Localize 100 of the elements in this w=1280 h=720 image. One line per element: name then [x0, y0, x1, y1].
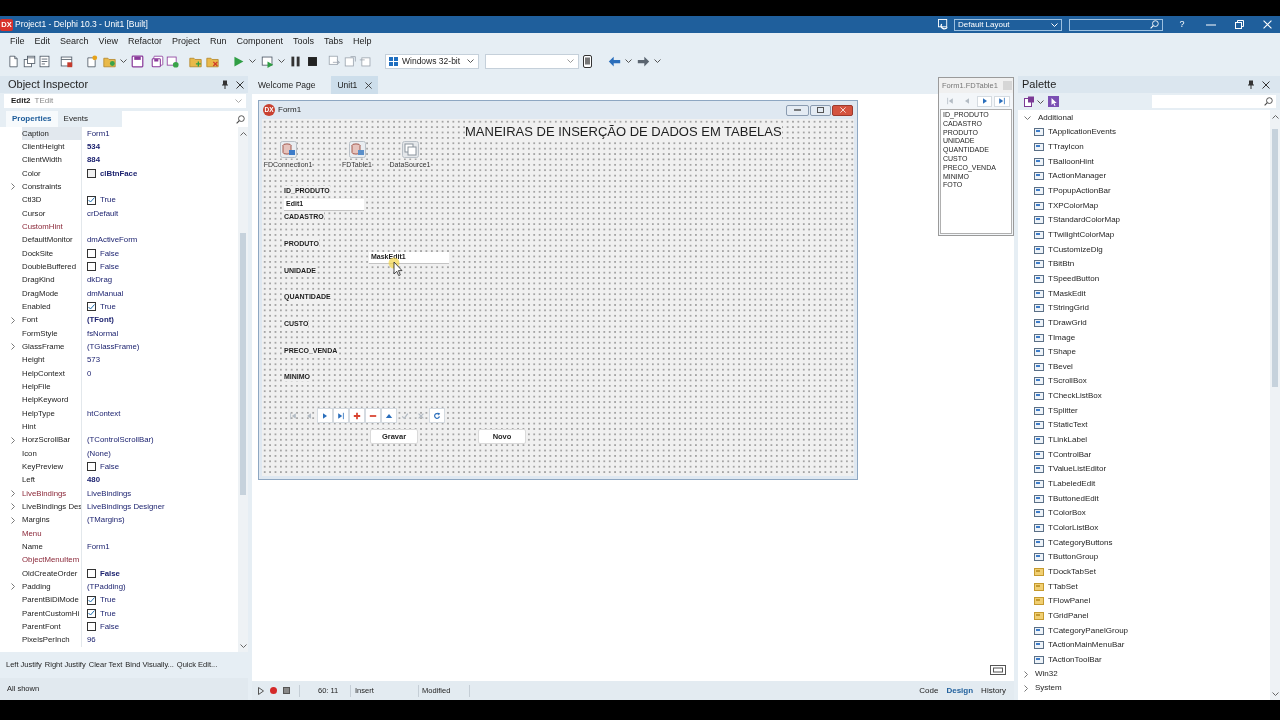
menu-item[interactable]: Project — [166, 34, 205, 49]
window-play-icon[interactable] — [261, 54, 274, 68]
palette-item[interactable]: TTabSet — [1018, 579, 1270, 594]
navigator-button[interactable] — [381, 408, 397, 423]
palette-item[interactable]: TDrawGrid — [1018, 315, 1270, 331]
palette-item[interactable]: TApplicationEvents — [1018, 125, 1270, 140]
view-tab[interactable]: Design — [942, 681, 978, 700]
checkbox[interactable] — [87, 462, 96, 472]
pointer-icon[interactable] — [1048, 96, 1059, 107]
last-icon[interactable] — [998, 97, 1007, 105]
forward-arrow-icon[interactable] — [637, 54, 650, 68]
menu-item[interactable]: File — [5, 34, 30, 49]
editor-tab[interactable]: Welcome Page — [252, 76, 322, 94]
expand-chevron-icon[interactable] — [10, 583, 15, 591]
menu-item[interactable]: Refactor — [122, 34, 167, 49]
save-icon[interactable] — [131, 54, 144, 68]
expand-chevron-icon[interactable] — [10, 183, 15, 191]
palette-item[interactable]: TTwilightColorMap — [1018, 227, 1270, 243]
page-icon[interactable] — [85, 54, 98, 68]
checkbox[interactable] — [87, 195, 96, 205]
play-icon[interactable] — [258, 686, 264, 695]
maximize-icon[interactable] — [817, 107, 824, 113]
layout-icon[interactable] — [938, 19, 949, 30]
maximize-button[interactable] — [810, 104, 831, 116]
close-icon[interactable] — [365, 81, 373, 89]
scroll-down-icon[interactable] — [239, 644, 247, 648]
scroll-down-icon[interactable] — [1271, 692, 1279, 696]
menu-item[interactable]: Search — [55, 34, 94, 49]
back-arrow-icon[interactable] — [608, 54, 621, 68]
expand-chevron-icon[interactable] — [10, 490, 15, 497]
palette-item[interactable]: TLinkLabel — [1018, 432, 1270, 448]
windows-icon[interactable] — [23, 54, 36, 68]
record-icon[interactable] — [270, 687, 277, 694]
search-field[interactable] — [1152, 95, 1276, 108]
palette-item[interactable]: TBitBtn — [1018, 256, 1270, 272]
palette-item[interactable]: TActionToolBar — [1018, 652, 1270, 668]
palette-item[interactable]: TSpeedButton — [1018, 271, 1270, 287]
new-file-icon[interactable] — [7, 54, 20, 68]
palette-group[interactable]: System — [1018, 681, 1270, 696]
palette-item[interactable]: TBevel — [1018, 359, 1270, 375]
pin-icon[interactable] — [222, 80, 228, 89]
caret-icon[interactable] — [1037, 99, 1044, 104]
search-icon[interactable] — [1150, 20, 1159, 29]
help-button[interactable]: ? — [1177, 17, 1187, 32]
search-field[interactable] — [1069, 18, 1163, 31]
navigator-button[interactable] — [365, 408, 381, 423]
palette-item[interactable]: TMaskEdit — [1018, 286, 1270, 301]
palette-item[interactable]: TColorBox — [1018, 506, 1270, 521]
search-icon[interactable] — [1264, 97, 1273, 106]
caret-icon[interactable] — [249, 59, 256, 63]
caret-icon[interactable] — [625, 59, 632, 63]
palette-item[interactable]: TStringGrid — [1018, 300, 1270, 316]
navigator-button[interactable] — [976, 95, 993, 107]
navigator-button[interactable] — [349, 408, 365, 423]
palette-item[interactable]: TActionManager — [1018, 168, 1270, 184]
scroll-up-icon[interactable] — [239, 132, 247, 136]
collapse-chevron-icon[interactable] — [1024, 116, 1031, 120]
expand-chevron-icon[interactable] — [10, 316, 15, 324]
menu-item[interactable]: Edit — [29, 34, 56, 49]
scrollbar-thumb[interactable] — [240, 233, 246, 495]
restore-icon[interactable] — [1235, 20, 1244, 29]
plus-icon[interactable] — [353, 411, 361, 420]
component-selector[interactable]: Edit2 TEdit — [4, 94, 246, 108]
caret-icon[interactable] — [467, 59, 474, 63]
palette-item[interactable]: TLabeledEdit — [1018, 476, 1270, 492]
expand-chevron-icon[interactable] — [10, 343, 15, 351]
checkbox[interactable] — [87, 622, 96, 632]
palette-item[interactable]: TDockTabSet — [1018, 564, 1270, 580]
close-icon[interactable] — [236, 80, 244, 89]
window-icon[interactable] — [166, 54, 179, 68]
palette-item[interactable]: TGridPanel — [1018, 608, 1270, 624]
platform-dropdown[interactable]: Windows 32-bit — [385, 53, 479, 69]
checkbox[interactable] — [87, 569, 96, 578]
palette-item[interactable]: TPopupActionBar — [1018, 183, 1270, 199]
save-all-icon[interactable] — [151, 54, 164, 68]
palette-item[interactable]: TFlowPanel — [1018, 594, 1270, 609]
palette-item[interactable]: TShape — [1018, 344, 1270, 360]
palette-item[interactable]: TButtonedEdit — [1018, 491, 1270, 507]
pause-icon[interactable] — [289, 54, 302, 68]
navigator-button[interactable] — [333, 408, 349, 423]
palette-item[interactable]: TBalloonHint — [1018, 154, 1270, 169]
window-icon[interactable] — [60, 54, 73, 68]
caret-icon[interactable] — [654, 59, 661, 63]
palette-item[interactable]: TXPColorMap — [1018, 198, 1270, 213]
palette-item[interactable]: TButtonGroup — [1018, 550, 1270, 565]
components-icon[interactable] — [1024, 96, 1035, 107]
palette-item[interactable]: TValueListEditor — [1018, 462, 1270, 477]
palette-item[interactable]: TStaticText — [1018, 418, 1270, 433]
checkbox[interactable] — [87, 608, 96, 618]
palette-item[interactable]: TStandardColorMap — [1018, 212, 1270, 228]
document-icon[interactable] — [38, 54, 51, 68]
inspector-tab[interactable]: Events — [57, 111, 95, 127]
menu-item[interactable]: Run — [204, 34, 232, 49]
checkbox[interactable] — [87, 262, 96, 272]
scrollbar[interactable] — [1270, 110, 1280, 700]
last-icon[interactable] — [337, 411, 345, 420]
palette-item[interactable]: TCategoryPanelGroup — [1018, 623, 1270, 638]
search-icon[interactable] — [236, 114, 245, 124]
caret-icon[interactable] — [278, 59, 285, 63]
filter-field[interactable] — [122, 111, 248, 127]
